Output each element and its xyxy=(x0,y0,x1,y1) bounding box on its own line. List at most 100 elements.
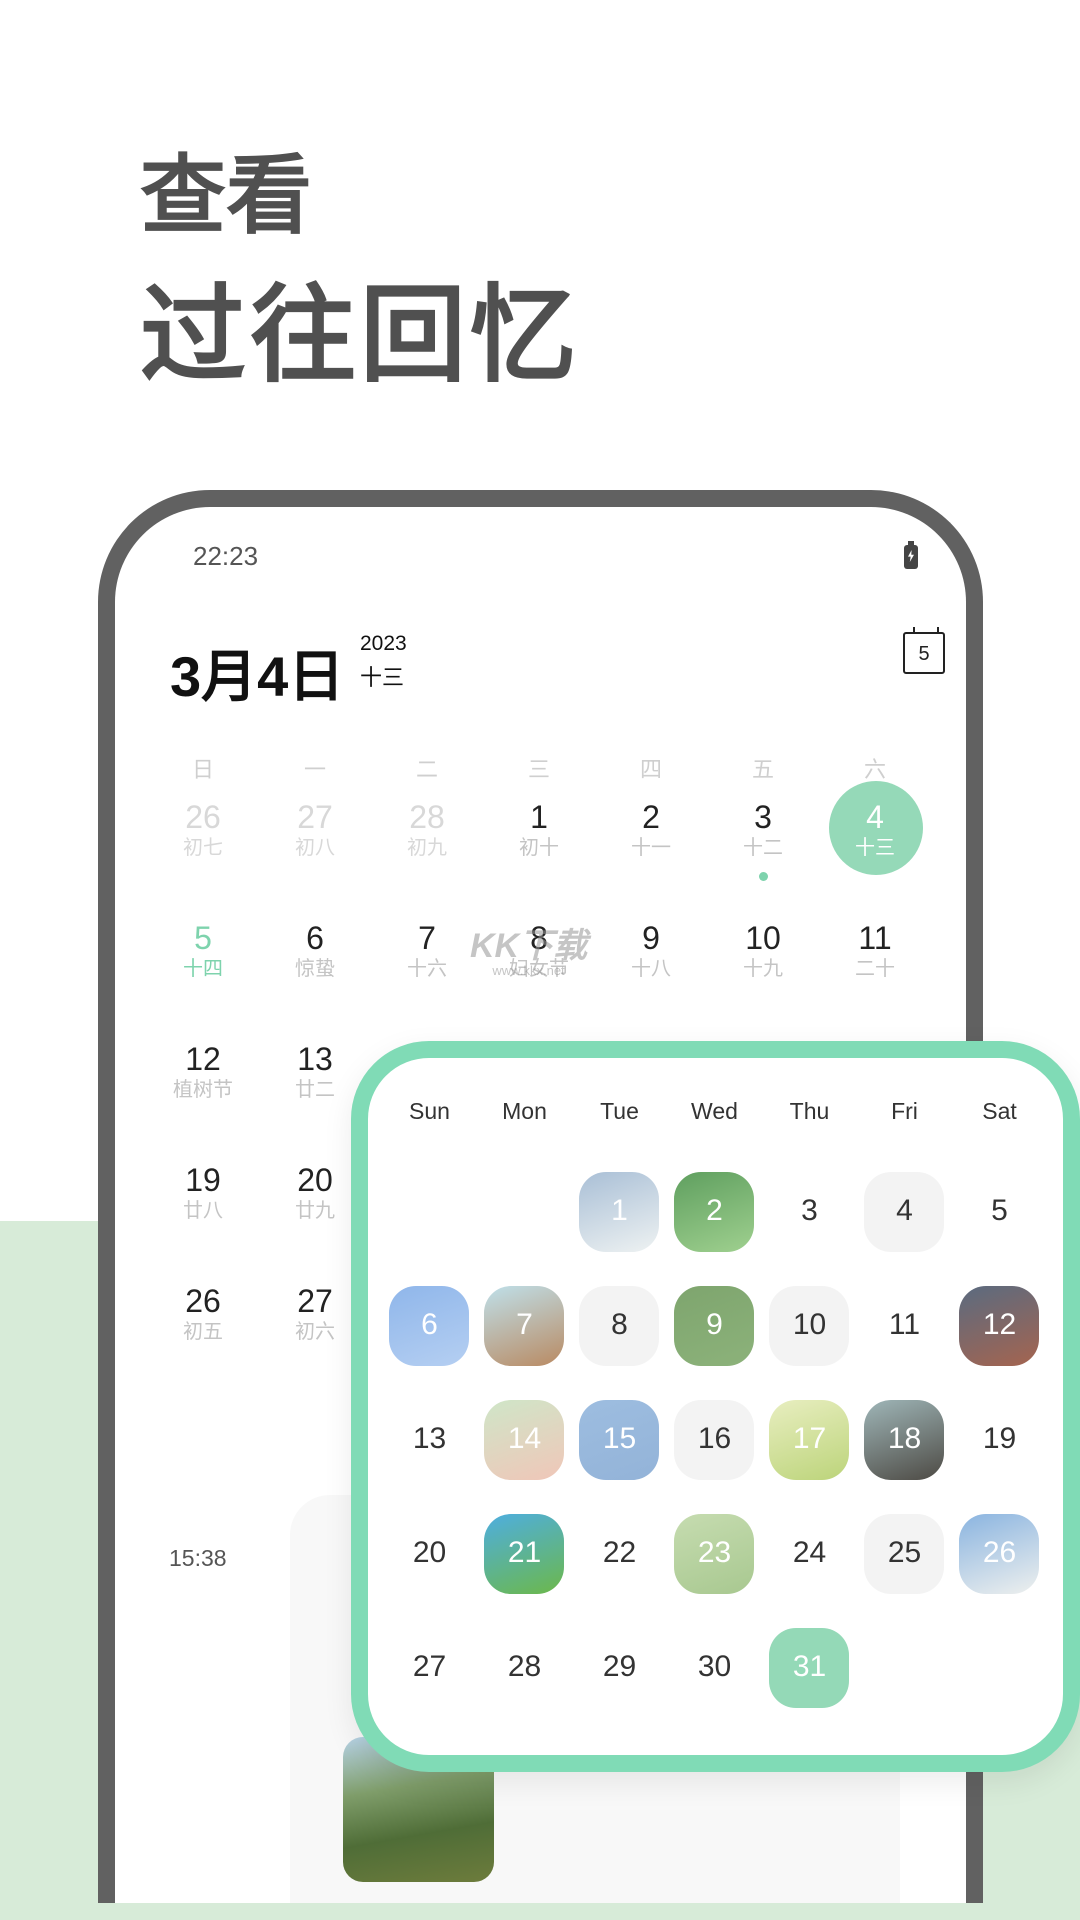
photo-day-cell[interactable]: 18 xyxy=(857,1398,952,1512)
day-number: 20 xyxy=(412,1536,447,1569)
day-cell[interactable]: 26 初五 xyxy=(147,1276,259,1397)
photo-day-cell[interactable]: 25 xyxy=(857,1512,952,1626)
photo-day-cell[interactable]: 14 xyxy=(477,1398,572,1512)
day-cell[interactable]: 6 惊蛰 xyxy=(259,913,371,1034)
day-cell[interactable]: 7 十六 xyxy=(371,913,483,1034)
day-cell[interactable]: 3 十二 xyxy=(707,792,819,913)
day-cell[interactable]: 9 十八 xyxy=(595,913,707,1034)
photo-day-cell[interactable]: 2 xyxy=(667,1170,762,1284)
day-cell[interactable]: 27 初八 xyxy=(259,792,371,913)
day-number: 22 xyxy=(602,1536,637,1569)
weekday-label: 二 xyxy=(415,757,438,782)
photo-day-cell[interactable]: 15 xyxy=(572,1398,667,1512)
lunar-label: 初十 xyxy=(519,837,559,859)
status-bar-time: 22:23 xyxy=(193,541,259,571)
day-cell[interactable]: 1 初十 xyxy=(483,792,595,913)
day-number: 28 xyxy=(409,799,445,835)
photo-day-cell[interactable]: 27 xyxy=(382,1626,477,1740)
lunar-label: 十二 xyxy=(743,837,783,859)
photo-day-cell[interactable]: 1 xyxy=(572,1170,667,1284)
day-cell[interactable]: 26 初七 xyxy=(147,792,259,913)
day-cell[interactable]: 2 十一 xyxy=(595,792,707,913)
day-number: 13 xyxy=(412,1422,447,1455)
photo-day-cell[interactable]: 22 xyxy=(572,1512,667,1626)
day-number: 8 xyxy=(530,920,548,956)
photo-day-cell[interactable]: 9 xyxy=(667,1284,762,1398)
day-number: 27 xyxy=(412,1650,447,1683)
day-number: 27 xyxy=(297,799,333,835)
day-number: 10 xyxy=(745,920,781,956)
selected-year: 2023 xyxy=(360,632,407,655)
photo-day-cell[interactable]: 8 xyxy=(572,1284,667,1398)
day-cell[interactable]: 28 初九 xyxy=(371,792,483,913)
overlay-weekday-label: Wed xyxy=(691,1098,738,1124)
day-number: 28 xyxy=(507,1650,542,1683)
day-number: 12 xyxy=(185,1041,221,1077)
day-number: 18 xyxy=(887,1422,922,1455)
today-calendar-button[interactable]: 5 xyxy=(903,627,945,674)
photo-day-cell[interactable]: 29 xyxy=(572,1626,667,1740)
photo-day-cell[interactable]: 4 xyxy=(857,1170,952,1284)
day-number: 4 xyxy=(896,1194,913,1227)
day-number: 9 xyxy=(706,1308,723,1341)
photo-day-cell[interactable]: 23 xyxy=(667,1512,762,1626)
photo-day-cell[interactable]: 6 xyxy=(382,1284,477,1398)
overlay-weekday-label: Mon xyxy=(502,1098,547,1124)
photo-day-cell[interactable]: 21 xyxy=(477,1512,572,1626)
lunar-label: 妇女节 xyxy=(509,958,569,980)
day-number: 5 xyxy=(194,920,212,956)
lunar-label: 十四 xyxy=(183,958,223,980)
day-number: 29 xyxy=(602,1650,637,1683)
day-cell[interactable]: 11 二十 xyxy=(819,913,931,1034)
weekday-label: 一 xyxy=(303,757,326,782)
day-number: 16 xyxy=(697,1422,732,1455)
day-number: 2 xyxy=(706,1194,723,1227)
day-number: 8 xyxy=(611,1308,628,1341)
selected-lunar-date: 十三 xyxy=(360,665,405,690)
photo-day-cell[interactable]: 24 xyxy=(762,1512,857,1626)
day-number: 31 xyxy=(792,1650,827,1683)
photo-day-cell[interactable]: 12 xyxy=(952,1284,1047,1398)
lunar-label: 廿八 xyxy=(183,1200,223,1222)
photo-day-cell[interactable]: 16 xyxy=(667,1398,762,1512)
day-cell[interactable]: 5 十四 xyxy=(147,913,259,1034)
event-time: 15:38 xyxy=(169,1545,227,1571)
photo-day-cell[interactable]: 30 xyxy=(667,1626,762,1740)
day-number: 24 xyxy=(792,1536,827,1569)
overlay-weekday-label: Sat xyxy=(982,1098,1017,1124)
photo-day-cell[interactable]: 17 xyxy=(762,1398,857,1512)
photo-calendar-card: Sun Mon Tue Wed Thu Fri Sat 1 2 3 4 5 6 7 8 9 10 11 12 13 1… xyxy=(351,1041,1080,1772)
empty-cell xyxy=(477,1170,572,1284)
day-cell[interactable]: 8 妇女节 xyxy=(483,913,595,1034)
day-number: 21 xyxy=(507,1536,542,1569)
photo-day-cell[interactable]: 31 xyxy=(762,1626,857,1740)
day-number: 12 xyxy=(982,1308,1017,1341)
day-cell[interactable]: 4 十三 xyxy=(819,781,931,913)
photo-day-cell[interactable]: 10 xyxy=(762,1284,857,1398)
day-number: 4 xyxy=(866,799,884,835)
overlay-month-grid: 1 2 3 4 5 6 7 8 9 10 11 12 13 14 15 16 17 18 19 20 21 22 23 24 2… xyxy=(382,1170,1047,1740)
photo-day-cell[interactable]: 13 xyxy=(382,1398,477,1512)
photo-day-cell[interactable]: 5 xyxy=(952,1170,1047,1284)
overlay-weekday-label: Sun xyxy=(409,1098,450,1124)
photo-day-cell[interactable]: 28 xyxy=(477,1626,572,1740)
day-cell[interactable]: 10 十九 xyxy=(707,913,819,1034)
day-number: 30 xyxy=(697,1650,732,1683)
photo-day-cell[interactable]: 26 xyxy=(952,1512,1047,1626)
photo-day-cell[interactable]: 20 xyxy=(382,1512,477,1626)
day-number: 11 xyxy=(888,1308,921,1341)
day-number: 7 xyxy=(516,1308,533,1341)
photo-day-cell[interactable]: 19 xyxy=(952,1398,1047,1512)
photo-day-cell[interactable]: 7 xyxy=(477,1284,572,1398)
day-number: 7 xyxy=(418,920,436,956)
overlay-weekday-header: Sun Mon Tue Wed Thu Fri Sat xyxy=(382,1098,1047,1125)
day-cell[interactable]: 12 植树节 xyxy=(147,1034,259,1155)
overlay-weekday-label: Thu xyxy=(789,1098,830,1124)
photo-day-cell[interactable]: 11 xyxy=(857,1284,952,1398)
day-number: 15 xyxy=(602,1422,637,1455)
lunar-label: 初九 xyxy=(407,837,447,859)
headline-line2: 过往回忆 xyxy=(140,277,580,395)
day-cell[interactable]: 19 廿八 xyxy=(147,1155,259,1276)
photo-day-cell[interactable]: 3 xyxy=(762,1170,857,1284)
empty-cell xyxy=(382,1170,477,1284)
